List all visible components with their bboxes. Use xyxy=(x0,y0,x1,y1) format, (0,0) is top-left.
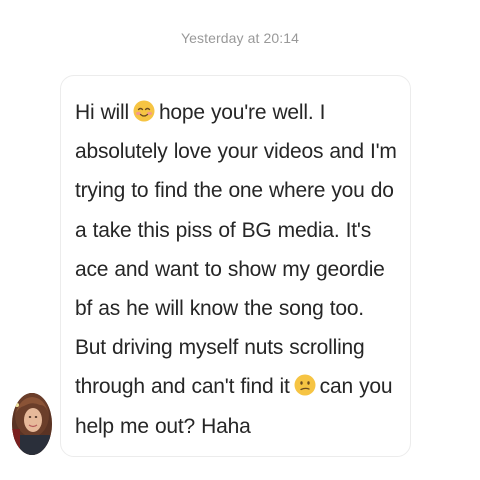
confused-face-icon xyxy=(294,374,316,396)
message-text-part-1: Hi will xyxy=(75,101,129,124)
message-timestamp: Yesterday at 20:14 xyxy=(180,30,300,46)
avatar-photo-icon xyxy=(12,393,52,455)
message-bubble[interactable]: Hi will hope you're well. I absolutely lo… xyxy=(60,75,411,457)
sender-avatar[interactable] xyxy=(12,393,52,455)
message-text: Hi will hope you're well. I absolutely lo… xyxy=(75,93,398,446)
direct-message-thread: Yesterday at 20:14 Hi will hope you're we… xyxy=(0,0,480,480)
message-text-part-2: hope you're well. I absolutely love your… xyxy=(75,101,397,399)
smiling-face-with-rosy-cheeks-icon xyxy=(133,100,155,122)
